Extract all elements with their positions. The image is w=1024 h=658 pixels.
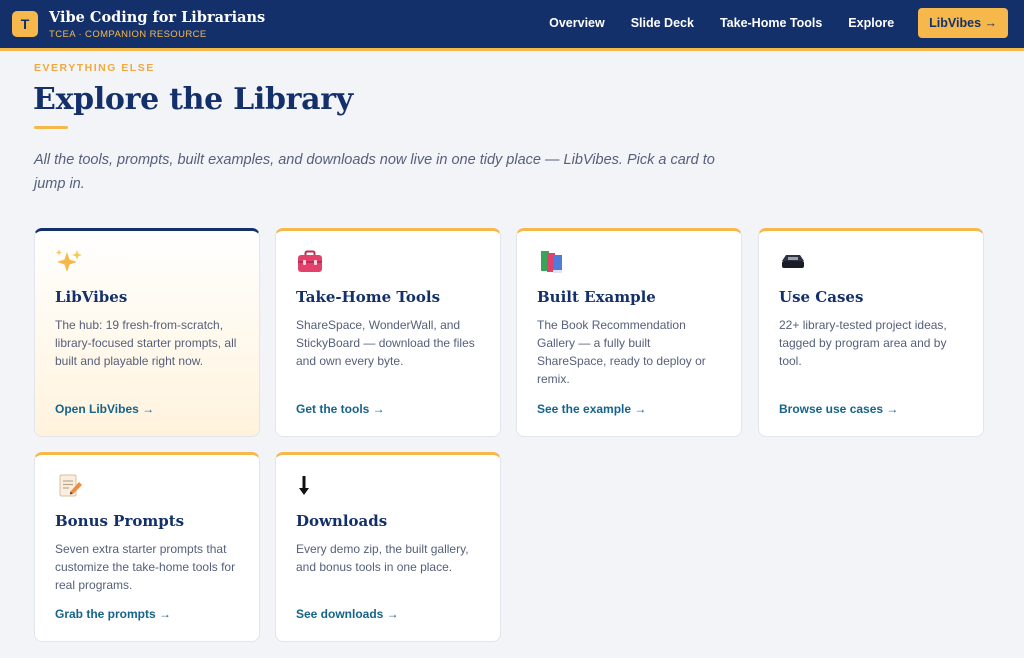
- card-title: Downloads: [296, 512, 388, 530]
- nav-explore[interactable]: Explore: [848, 16, 894, 30]
- books-icon: [541, 251, 562, 273]
- intro-text: All the tools, prompts, built examples, …: [34, 152, 715, 192]
- section-eyebrow: EVERYTHING ELSE: [34, 62, 155, 74]
- card-description: 22+ library-tested project ideas, tagged…: [779, 318, 947, 368]
- inbox-tray-icon: [782, 255, 804, 268]
- nav-overview[interactable]: Overview: [549, 16, 605, 30]
- nav-slide-deck[interactable]: Slide Deck: [631, 16, 694, 30]
- card-title: Use Cases: [779, 288, 864, 306]
- card-description: The Book Recommendation Gallery — a full…: [537, 318, 706, 386]
- nav-take-home-tools[interactable]: Take-Home Tools: [720, 16, 822, 30]
- brand-text: Vibe Coding for Librarians TCEA · COMPAN…: [49, 9, 265, 40]
- sparkles-icon: [56, 249, 82, 272]
- card-title: Built Example: [537, 288, 656, 306]
- main-nav: Overview Slide Deck Take-Home Tools Expl…: [523, 8, 1008, 38]
- card-title: Bonus Prompts: [55, 512, 185, 530]
- card-link[interactable]: Grab the prompts →: [55, 607, 171, 621]
- card-built-example[interactable]: Built Example The Book Recommendation Ga…: [516, 228, 742, 437]
- card-link[interactable]: Get the tools →: [296, 402, 385, 416]
- down-arrow-icon: [299, 476, 309, 495]
- toolbox-icon: [298, 250, 322, 272]
- page-title: Explore the Library: [33, 82, 353, 117]
- card-description: ShareSpace, WonderWall, and StickyBoard …: [296, 318, 475, 368]
- brand-subtitle: TCEA · COMPANION RESOURCE: [49, 28, 207, 40]
- top-navbar: T Vibe Coding for Librarians TCEA · COMP…: [0, 0, 1024, 51]
- card-link[interactable]: See the example →: [537, 402, 646, 416]
- memo-icon: [59, 474, 82, 497]
- card-title: Take-Home Tools: [296, 288, 441, 306]
- card-description: Every demo zip, the built gallery, and b…: [296, 542, 469, 574]
- card-description: The hub: 19 fresh-from-scratch, library-…: [55, 318, 237, 368]
- card-link[interactable]: See downloads →: [296, 607, 399, 621]
- card-description: Seven extra starter prompts that customi…: [55, 542, 236, 592]
- card-bonus-prompts[interactable]: Bonus Prompts Seven extra starter prompt…: [34, 452, 260, 642]
- libvibes-cta-button[interactable]: LibVibes →: [918, 8, 1008, 38]
- card-libvibes[interactable]: LibVibes The hub: 19 fresh-from-scratch,…: [34, 228, 260, 437]
- card-take-home-tools[interactable]: Take-Home Tools ShareSpace, WonderWall, …: [275, 228, 501, 437]
- card-link[interactable]: Open LibVibes →: [55, 402, 154, 416]
- card-downloads[interactable]: Downloads Every demo zip, the built gall…: [275, 452, 501, 642]
- card-title: LibVibes: [55, 288, 128, 306]
- card-link[interactable]: Browse use cases →: [779, 402, 898, 416]
- brand[interactable]: T Vibe Coding for Librarians TCEA · COMP…: [12, 9, 265, 40]
- card-use-cases[interactable]: Use Cases 22+ library-tested project ide…: [758, 228, 984, 437]
- brand-badge: T: [12, 11, 38, 37]
- brand-title: Vibe Coding for Librarians: [49, 8, 266, 26]
- title-underline: [34, 126, 68, 129]
